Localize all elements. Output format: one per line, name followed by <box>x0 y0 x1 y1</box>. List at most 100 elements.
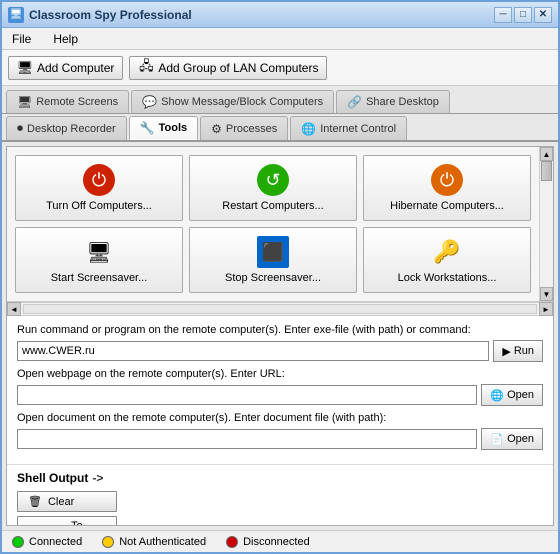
disconnected-label: Disconnected <box>243 536 310 548</box>
turn-off-button[interactable]: ⏻ Turn Off Computers... <box>15 155 183 221</box>
tab-remote-screens-label: Remote Screens <box>36 96 118 108</box>
run-button[interactable]: ▶ Run <box>493 340 543 362</box>
content-area: ⏻ Turn Off Computers... ↺ Restart Comput… <box>6 146 554 526</box>
disconnected-indicator <box>226 536 238 548</box>
shell-output-title: Shell Output <box>17 471 88 485</box>
clear-button[interactable]: 🗑 Clear <box>17 491 117 512</box>
open-doc-label: Open document on the remote computer(s).… <box>17 412 543 424</box>
close-button[interactable]: ✕ <box>534 7 552 23</box>
stop-screensaver-label: Stop Screensaver... <box>225 272 321 284</box>
run-command-input[interactable] <box>17 341 489 361</box>
to-clipboard-button[interactable]: 📋 To Clipboard <box>17 516 117 526</box>
restart-icon: ↺ <box>257 164 289 196</box>
open-web-input[interactable] <box>17 385 477 405</box>
add-group-label: Add Group of LAN Computers <box>158 61 318 75</box>
tab-internet-control[interactable]: 🌐 Internet Control <box>290 116 407 140</box>
menu-help[interactable]: Help <box>47 31 84 47</box>
desktop-recorder-icon: ⏺ <box>17 121 23 136</box>
status-bar: Connected Not Authenticated Disconnected <box>2 530 558 552</box>
share-desktop-icon: 🔗 <box>347 95 362 109</box>
open-web-icon: 🌐 <box>490 389 504 402</box>
turn-off-label: Turn Off Computers... <box>46 200 152 212</box>
vertical-scrollbar[interactable]: ▲ ▼ <box>539 147 553 301</box>
hibernate-button[interactable]: ⏻ Hibernate Computers... <box>363 155 531 221</box>
shell-output-section: Shell Output -> 🗑 Clear 📋 To Clipboard <box>7 465 553 526</box>
scroll-left-button[interactable]: ◄ <box>7 302 21 316</box>
tab-remote-screens[interactable]: 🖥 Remote Screens <box>6 90 129 113</box>
status-not-authenticated: Not Authenticated <box>102 536 206 548</box>
hibernate-icon: ⏻ <box>431 164 463 196</box>
run-command-row: ▶ Run <box>17 340 543 362</box>
lock-icon: 🔑 <box>431 236 463 268</box>
shell-output-header: Shell Output -> <box>17 471 543 485</box>
screensaver-icon: 🖥 <box>83 236 115 268</box>
menu-bar: File Help <box>2 28 558 50</box>
horizontal-scrollbar[interactable]: ◄ ► <box>7 302 553 316</box>
restart-button[interactable]: ↺ Restart Computers... <box>189 155 357 221</box>
stop-screensaver-button[interactable]: ⬛ Stop Screensaver... <box>189 227 357 293</box>
add-computer-label: Add Computer <box>37 61 114 75</box>
tools-wrapper: ⏻ Turn Off Computers... ↺ Restart Comput… <box>7 147 553 302</box>
clipboard-icon: 📋 <box>28 526 42 527</box>
scroll-down-button[interactable]: ▼ <box>540 287 553 301</box>
tab-desktop-recorder-label: Desktop Recorder <box>27 123 116 135</box>
lock-workstations-button[interactable]: 🔑 Lock Workstations... <box>363 227 531 293</box>
open-doc-input[interactable] <box>17 429 477 449</box>
tools-icon: 🔧 <box>140 121 155 135</box>
tab-strip-bottom: ⏺ Desktop Recorder 🔧 Tools ⚙ Processes 🌐… <box>2 114 558 142</box>
tab-tools-label: Tools <box>159 122 188 134</box>
minimize-button[interactable]: ─ <box>494 7 512 23</box>
show-message-icon: 💬 <box>142 95 157 109</box>
app-title: Classroom Spy Professional <box>29 8 192 22</box>
lock-workstations-label: Lock Workstations... <box>398 272 497 284</box>
title-bar: 🖥 Classroom Spy Professional ─ □ ✕ <box>2 2 558 28</box>
scroll-track <box>540 161 553 287</box>
restart-label: Restart Computers... <box>222 200 323 212</box>
tab-share-desktop[interactable]: 🔗 Share Desktop <box>336 90 450 113</box>
clear-icon: 🗑 <box>28 495 42 508</box>
shell-arrow: -> <box>92 471 103 485</box>
run-icon: ▶ <box>502 345 510 358</box>
scroll-thumb[interactable] <box>541 161 552 181</box>
open-web-button[interactable]: 🌐 Open <box>481 384 543 406</box>
hibernate-label: Hibernate Computers... <box>390 200 504 212</box>
run-command-label: Run command or program on the remote com… <box>17 324 543 336</box>
command-area: Run command or program on the remote com… <box>7 316 553 465</box>
menu-file[interactable]: File <box>6 31 37 47</box>
tab-show-message-label: Show Message/Block Computers <box>161 96 323 108</box>
processes-icon: ⚙ <box>211 122 222 136</box>
start-screensaver-button[interactable]: 🖥 Start Screensaver... <box>15 227 183 293</box>
start-screensaver-label: Start Screensaver... <box>51 272 148 284</box>
scroll-up-button[interactable]: ▲ <box>540 147 553 161</box>
scroll-right-button[interactable]: ► <box>539 302 553 316</box>
status-connected: Connected <box>12 536 82 548</box>
connected-indicator <box>12 536 24 548</box>
add-group-button[interactable]: 🖧 Add Group of LAN Computers <box>129 56 327 80</box>
tab-desktop-recorder[interactable]: ⏺ Desktop Recorder <box>6 116 127 140</box>
tab-show-message[interactable]: 💬 Show Message/Block Computers <box>131 90 334 113</box>
app-icon: 🖥 <box>8 7 24 23</box>
h-scroll-track <box>23 304 537 314</box>
open-doc-row: 📄 Open <box>17 428 543 450</box>
open-doc-icon: 📄 <box>490 433 504 446</box>
toolbar: 🖥 Add Computer 🖧 Add Group of LAN Comput… <box>2 50 558 86</box>
app-window: 🖥 Classroom Spy Professional ─ □ ✕ File … <box>0 0 560 554</box>
maximize-button[interactable]: □ <box>514 7 532 23</box>
add-computer-icon: 🖥 <box>17 60 33 76</box>
open-doc-button[interactable]: 📄 Open <box>481 428 543 450</box>
tools-grid: ⏻ Turn Off Computers... ↺ Restart Comput… <box>7 147 539 301</box>
tab-processes-label: Processes <box>226 123 277 135</box>
power-icon: ⏻ <box>83 164 115 196</box>
tab-share-desktop-label: Share Desktop <box>366 96 439 108</box>
open-web-row: 🌐 Open <box>17 384 543 406</box>
add-computer-button[interactable]: 🖥 Add Computer <box>8 56 123 80</box>
internet-control-icon: 🌐 <box>301 122 316 136</box>
not-authenticated-label: Not Authenticated <box>119 536 206 548</box>
shell-output-buttons: 🗑 Clear 📋 To Clipboard 💾 Save... <box>17 491 543 526</box>
tab-processes[interactable]: ⚙ Processes <box>200 116 288 140</box>
tab-tools[interactable]: 🔧 Tools <box>129 116 198 140</box>
title-bar-left: 🖥 Classroom Spy Professional <box>8 7 192 23</box>
tab-strip-top: 🖥 Remote Screens 💬 Show Message/Block Co… <box>2 86 558 114</box>
stop-screensaver-icon: ⬛ <box>257 236 289 268</box>
remote-screens-icon: 🖥 <box>17 95 32 109</box>
